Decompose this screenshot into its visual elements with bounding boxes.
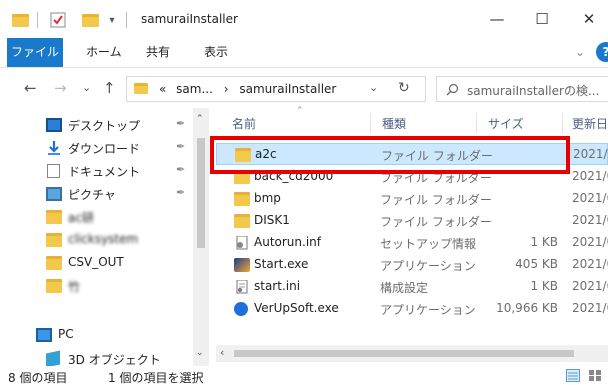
3d-objects-icon <box>46 350 60 368</box>
nav-item-pictures[interactable]: ピクチャ ✒ <box>0 183 206 205</box>
nav-item-documents[interactable]: ドキュメント ✒ <box>0 160 206 182</box>
status-bar: 8 個の項目 1 個の項目を選択 <box>0 366 608 385</box>
pin-icon[interactable]: ✒ <box>176 140 185 153</box>
column-separator[interactable] <box>562 113 563 133</box>
file-row-verupsoft-exe[interactable]: VerUpSoft.exe アプリケーション 10,966 KB 2021/0 <box>216 298 608 320</box>
column-header-date[interactable]: 更新日 <box>572 115 608 132</box>
column-header-type[interactable]: 種類 <box>382 115 406 132</box>
refresh-icon[interactable]: ↻ <box>398 80 410 96</box>
up-button[interactable]: ↑ <box>103 78 116 98</box>
nav-item-csv-out[interactable]: CSV_OUT <box>0 252 206 274</box>
breadcrumb: « sam... › samuraiInstaller <box>159 82 336 96</box>
scrollbar-thumb[interactable] <box>197 138 205 248</box>
pin-icon[interactable]: ✒ <box>176 186 185 199</box>
separator <box>37 12 38 28</box>
search-placeholder: samuraiInstallerの検... <box>467 84 600 98</box>
highlight-annotation <box>210 136 570 174</box>
title-bar: ▾ samuraiInstaller — ☐ ✕ <box>0 0 608 38</box>
desktop-icon <box>46 118 62 132</box>
breadcrumb-separator: › <box>223 82 229 96</box>
large-icons-view-icon[interactable] <box>588 369 602 382</box>
forward-button[interactable]: → <box>54 78 67 98</box>
folder-icon <box>10 11 30 29</box>
navigation-scrollbar[interactable]: ⌃ ⌄ <box>193 108 209 368</box>
scroll-up-icon[interactable]: ⌃ <box>196 114 204 124</box>
nav-item-folder-blurred[interactable]: 竹 <box>0 275 206 297</box>
recent-locations-icon[interactable]: ⌄ <box>82 78 91 98</box>
address-row: ← → ⌄ ↑ « sam... › samuraiInstaller ⌄ ↻ … <box>0 68 608 108</box>
minimize-button[interactable]: — <box>485 8 509 30</box>
breadcrumb-parent[interactable]: sam... <box>176 82 213 96</box>
window-title: samuraiInstaller <box>141 12 238 26</box>
tab-home[interactable]: ホーム <box>86 38 122 67</box>
folder-icon <box>46 210 62 224</box>
folder-icon <box>134 83 148 94</box>
tab-view[interactable]: 表示 <box>204 38 228 67</box>
help-icon[interactable]: ? <box>596 42 608 62</box>
folder-icon <box>46 233 62 247</box>
file-row-disk1[interactable]: DISK1 ファイル フォルダー 2021/0 <box>216 210 608 232</box>
scrollbar-thumb[interactable] <box>234 350 574 357</box>
nav-item-folder-blurred[interactable]: clicksystem <box>0 229 206 251</box>
application-icon <box>234 302 248 316</box>
pin-icon[interactable]: ✒ <box>176 117 185 130</box>
sort-ascending-icon: ⌃ <box>296 106 304 116</box>
maximize-button[interactable]: ☐ <box>530 8 554 30</box>
pc-icon <box>36 328 52 342</box>
nav-item-downloads[interactable]: ダウンロード ✒ <box>0 137 206 159</box>
folder-icon <box>46 256 62 270</box>
item-count: 8 個の項目 <box>8 371 68 385</box>
column-header-size[interactable]: サイズ <box>488 115 524 132</box>
breadcrumb-current[interactable]: samuraiInstaller <box>239 82 336 96</box>
config-icon <box>236 280 248 294</box>
ribbon-collapse-icon[interactable]: ⌄ <box>575 38 585 67</box>
breadcrumb-overflow[interactable]: « <box>159 82 166 96</box>
address-bar[interactable]: « sam... › samuraiInstaller ⌄ ↻ <box>126 76 426 102</box>
tab-file[interactable]: ファイル <box>7 38 63 67</box>
selection-count: 1 個の項目を選択 <box>108 371 204 385</box>
file-row-bmp[interactable]: bmp ファイル フォルダー 2021/0 <box>216 188 608 210</box>
scroll-left-icon[interactable]: ‹ <box>220 346 224 359</box>
picture-icon <box>46 187 62 201</box>
file-row-autorun-inf[interactable]: Autorun.inf セットアップ情報 1 KB 2021/0 <box>216 232 608 254</box>
file-row-start-ini[interactable]: start.ini 構成設定 1 KB 2021/0 <box>216 276 608 298</box>
navigation-pane: デスクトップ ✒ ダウンロード ✒ ドキュメント ✒ ピクチャ ✒ ac研 cl… <box>0 108 214 368</box>
close-button[interactable]: ✕ <box>577 8 601 30</box>
ribbon-tabs: ファイル ホーム 共有 表示 ⌄ ? <box>0 38 608 68</box>
column-separator[interactable] <box>370 113 371 133</box>
file-list-scrollbar[interactable]: ‹ <box>216 345 608 362</box>
address-dropdown-icon[interactable]: ⌄ <box>369 81 378 94</box>
folder-icon <box>234 214 250 228</box>
file-row-start-exe[interactable]: Start.exe アプリケーション 405 KB 2021/0 <box>216 254 608 276</box>
search-icon <box>446 83 459 96</box>
nav-item-desktop[interactable]: デスクトップ ✒ <box>0 114 206 136</box>
separator <box>126 12 127 28</box>
details-view-icon[interactable] <box>566 369 580 382</box>
new-folder-icon[interactable] <box>80 11 100 29</box>
setup-info-icon <box>236 236 248 250</box>
document-icon <box>47 164 60 178</box>
column-separator[interactable] <box>476 113 477 133</box>
nav-item-folder-blurred[interactable]: ac研 <box>0 206 206 228</box>
application-icon <box>234 258 250 272</box>
tab-share[interactable]: 共有 <box>146 38 170 67</box>
nav-item-pc[interactable]: PC <box>0 324 206 346</box>
folder-icon <box>46 279 62 293</box>
properties-icon[interactable] <box>48 11 68 29</box>
download-icon <box>48 141 60 155</box>
column-header-name[interactable]: 名前 <box>232 115 256 132</box>
back-button[interactable]: ← <box>24 78 37 98</box>
folder-icon <box>234 192 250 206</box>
scroll-down-icon[interactable]: ⌄ <box>196 348 204 358</box>
search-input[interactable]: samuraiInstallerの検... <box>436 76 608 102</box>
quick-access-dropdown[interactable]: ▾ <box>106 11 118 29</box>
pin-icon[interactable]: ✒ <box>176 163 185 176</box>
